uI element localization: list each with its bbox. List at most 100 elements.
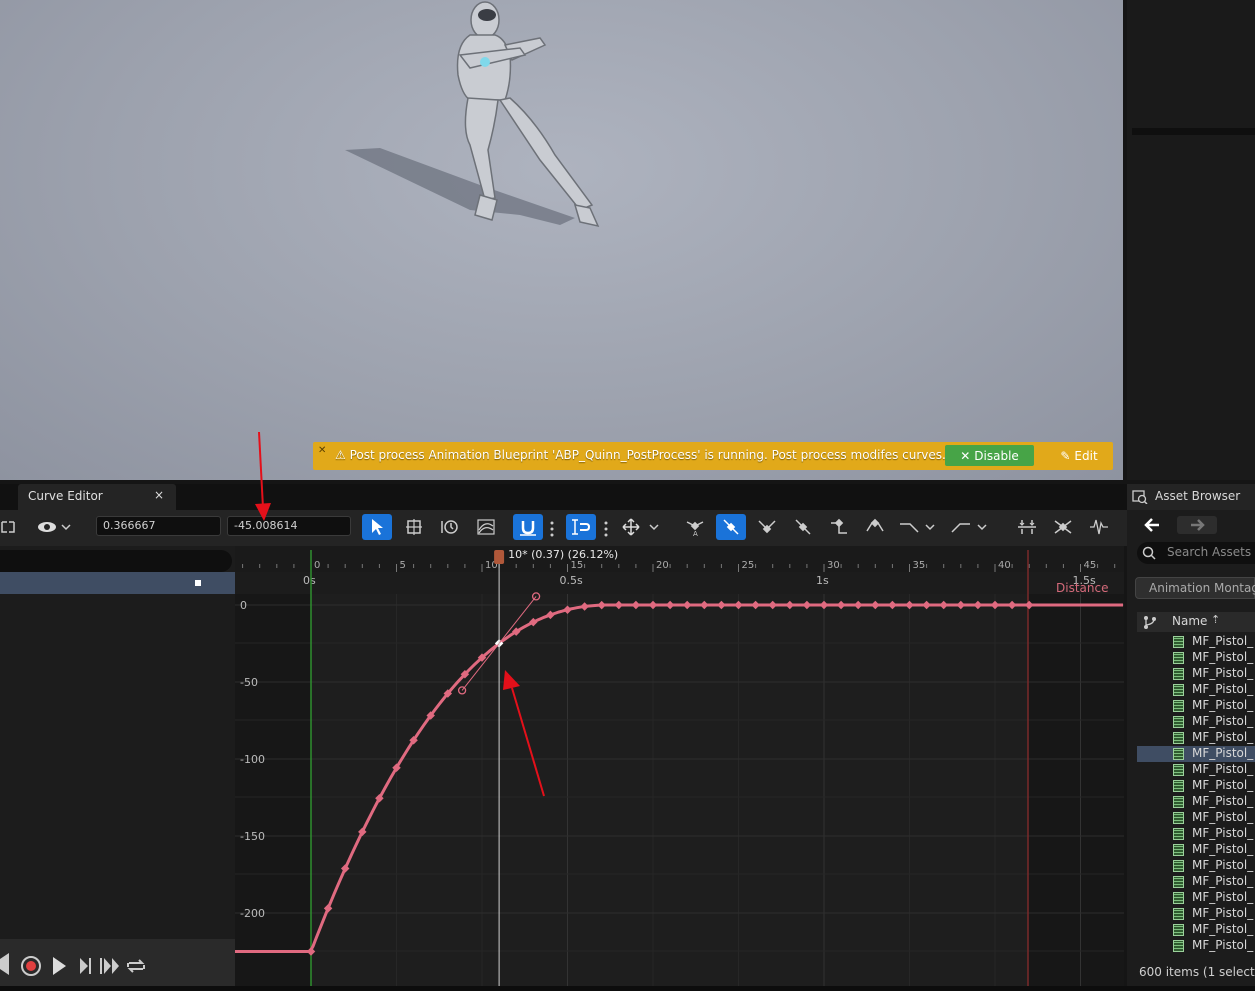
- snap-options-icon[interactable]: [549, 521, 555, 541]
- transform-icon: [406, 519, 422, 535]
- close-tab-icon[interactable]: ×: [154, 488, 164, 502]
- value-snap-button[interactable]: [566, 514, 596, 540]
- back-arrow-icon[interactable]: [1143, 516, 1161, 534]
- curve-key: [717, 600, 726, 610]
- asset-row[interactable]: MF_Pistol_: [1137, 778, 1255, 794]
- curve-key: [939, 600, 948, 610]
- asset-row[interactable]: MF_Pistol_: [1137, 682, 1255, 698]
- tab-curve-editor[interactable]: Curve Editor ×: [18, 484, 176, 510]
- asset-browser-tab[interactable]: Asset Browser: [1127, 484, 1255, 510]
- multi-scale-icon: [477, 519, 495, 535]
- curve-key: [734, 600, 743, 610]
- curve-editor-toolbar: 0.366667 -45.008614 A: [0, 510, 1127, 546]
- asset-row[interactable]: MF_Pistol_: [1137, 730, 1255, 746]
- sort-icon[interactable]: ⇡: [1211, 613, 1220, 626]
- asset-row[interactable]: MF_Pistol_: [1137, 874, 1255, 890]
- asset-row[interactable]: MF_Pistol_: [1137, 922, 1255, 938]
- step-back-icon[interactable]: [0, 953, 9, 975]
- value-field[interactable]: -45.008614: [227, 516, 351, 536]
- asset-row[interactable]: MF_Pistol_: [1137, 826, 1255, 842]
- step-forward-icon[interactable]: [80, 958, 91, 974]
- flatten-tangent-button[interactable]: [860, 514, 890, 540]
- playback-controls: [0, 939, 235, 986]
- tangent-line: [461, 643, 500, 691]
- asset-name: MF_Pistol_: [1192, 778, 1254, 792]
- value-snap-options-icon[interactable]: [603, 521, 609, 541]
- curve-search-input[interactable]: [0, 550, 232, 572]
- linear-tangent-icon: [795, 519, 811, 535]
- curve-key: [905, 600, 914, 610]
- select-tool-button[interactable]: [362, 514, 392, 540]
- loop-icon[interactable]: [127, 959, 145, 973]
- close-icon: ✕: [960, 448, 971, 463]
- curve-key: [665, 600, 675, 610]
- asset-name: MF_Pistol_: [1192, 922, 1254, 936]
- asset-row[interactable]: MF_Pistol_: [1137, 890, 1255, 906]
- frame-icon[interactable]: [0, 519, 16, 535]
- curve-graph-canvas[interactable]: 50510152025303540450s0.5s1s1.5s0-50-100-…: [235, 546, 1124, 986]
- frame-tick-label: 25: [742, 560, 755, 571]
- asset-row[interactable]: MF_Pistol_: [1137, 746, 1255, 762]
- transform-tool-button[interactable]: [399, 514, 429, 540]
- time-field[interactable]: 0.366667: [96, 516, 221, 536]
- curve-key: [580, 602, 589, 611]
- filter-button[interactable]: [1084, 514, 1114, 540]
- asset-row[interactable]: MF_Pistol_: [1137, 698, 1255, 714]
- asset-name: MF_Pistol_: [1192, 794, 1254, 808]
- post-infinity-dropdown[interactable]: [948, 514, 992, 540]
- asset-row[interactable]: MF_Pistol_: [1137, 938, 1255, 954]
- asset-row[interactable]: MF_Pistol_: [1137, 858, 1255, 874]
- to-end-icon[interactable]: [100, 958, 119, 974]
- asset-row[interactable]: MF_Pistol_: [1137, 810, 1255, 826]
- name-column-header[interactable]: Name: [1172, 614, 1207, 628]
- curve-key: [922, 600, 931, 610]
- value-snap-icon: [572, 519, 591, 535]
- pre-infinity-dropdown[interactable]: [896, 514, 940, 540]
- filter-chip[interactable]: Animation Montage: [1135, 577, 1255, 599]
- post-infinity-icon: [951, 523, 987, 533]
- record-icon[interactable]: [21, 956, 41, 976]
- asset-browser-panel: Asset Browser Search Assets Animation Mo…: [1127, 484, 1255, 991]
- viewport[interactable]: [0, 0, 1123, 480]
- frame-tick-label: 5: [400, 560, 406, 571]
- asset-row[interactable]: MF_Pistol_: [1137, 634, 1255, 650]
- curve-key: [648, 600, 658, 610]
- retime-tool-button[interactable]: [435, 514, 465, 540]
- view-options-icon[interactable]: [37, 519, 75, 535]
- asset-table-header: Name ⇡: [1137, 612, 1255, 632]
- asset-row[interactable]: MF_Pistol_: [1137, 714, 1255, 730]
- asset-row[interactable]: MF_Pistol_: [1137, 762, 1255, 778]
- curve-tree-row[interactable]: [0, 572, 235, 594]
- constant-tangent-button[interactable]: [824, 514, 854, 540]
- multi-scale-tool-button[interactable]: [471, 514, 501, 540]
- forward-button[interactable]: [1177, 516, 1217, 534]
- montage-asset-icon: [1173, 716, 1184, 728]
- asset-row[interactable]: MF_Pistol_: [1137, 650, 1255, 666]
- linear-tangent-button[interactable]: [788, 514, 818, 540]
- disable-button[interactable]: ✕ Disable: [945, 445, 1034, 466]
- flatten-keys-button[interactable]: [1012, 514, 1042, 540]
- close-icon[interactable]: ✕: [318, 445, 326, 456]
- time-tick-label: 0s: [303, 574, 316, 587]
- play-icon[interactable]: [53, 957, 66, 975]
- user-tangent-button[interactable]: [716, 514, 746, 540]
- asset-row[interactable]: MF_Pistol_: [1137, 906, 1255, 922]
- montage-asset-icon: [1173, 908, 1184, 920]
- curve-graph[interactable]: 50510152025303540450s0.5s1s1.5s0-50-100-…: [235, 546, 1124, 986]
- time-tick-label: 1s: [816, 574, 829, 587]
- break-tangent-button[interactable]: [752, 514, 782, 540]
- window-border: [0, 986, 1255, 991]
- asset-row[interactable]: MF_Pistol_: [1137, 842, 1255, 858]
- auto-tangent-button[interactable]: A: [680, 514, 710, 540]
- straighten-button[interactable]: [1048, 514, 1078, 540]
- asset-search-input[interactable]: Search Assets: [1137, 542, 1255, 564]
- axis-snap-dropdown[interactable]: [620, 514, 664, 540]
- value-tick-label: -200: [240, 907, 265, 920]
- asset-row[interactable]: MF_Pistol_: [1137, 666, 1255, 682]
- source-control-icon[interactable]: [1143, 615, 1157, 629]
- edit-button[interactable]: ✎ Edit: [1049, 445, 1109, 466]
- curve-name-label: Distance: [1056, 581, 1108, 595]
- snap-button[interactable]: [513, 514, 543, 540]
- asset-row[interactable]: MF_Pistol_: [1137, 794, 1255, 810]
- asset-name: MF_Pistol_: [1192, 938, 1254, 952]
